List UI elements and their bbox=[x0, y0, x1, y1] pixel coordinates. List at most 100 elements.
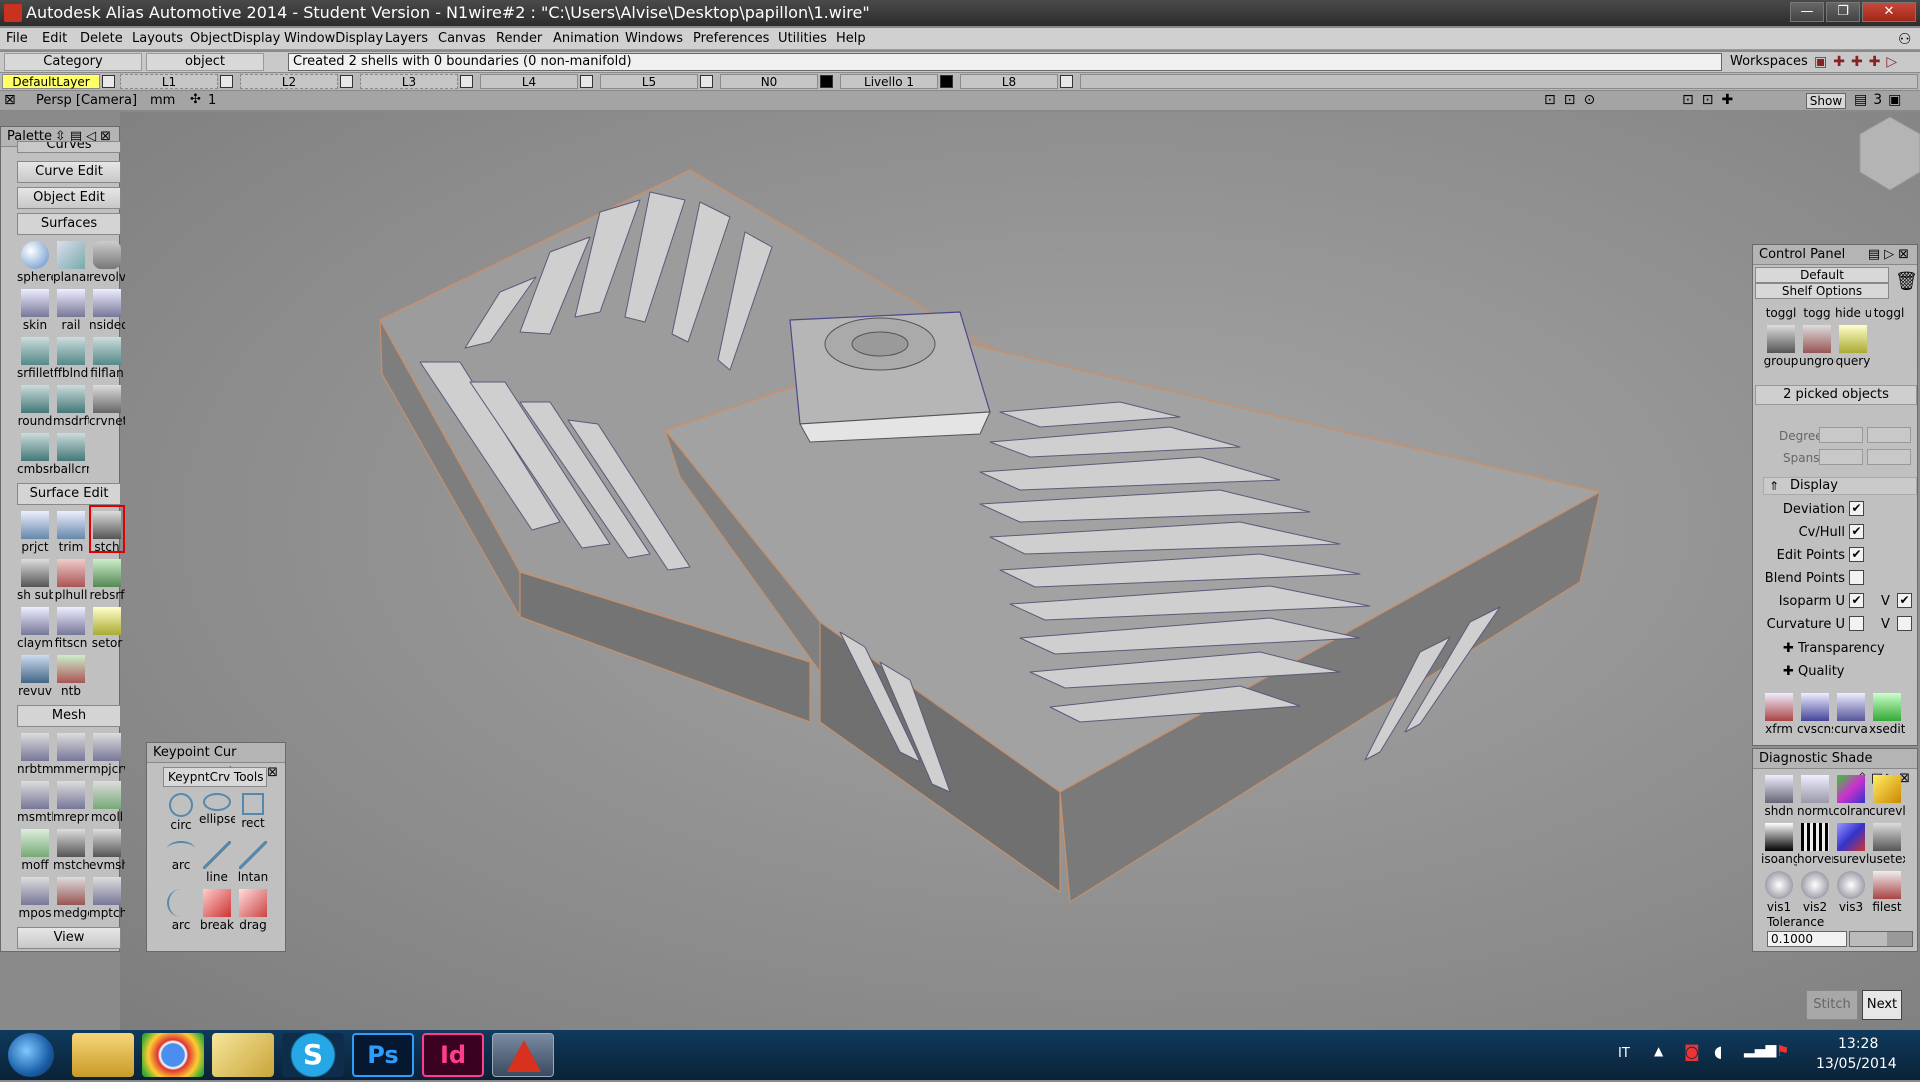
clock-date[interactable]: 13/05/2014 bbox=[1816, 1056, 1897, 1072]
alias-taskbar-icon[interactable] bbox=[492, 1033, 554, 1077]
view-layout-icons[interactable]: ▤3▣ bbox=[1854, 92, 1907, 108]
workspaces-label[interactable]: Workspaces bbox=[1730, 54, 1808, 69]
close-view-icon[interactable]: ⊠ bbox=[4, 92, 16, 108]
tool-nrbtm[interactable]: nrbtm bbox=[17, 729, 53, 777]
transparency-expander[interactable]: ✚ Transparency bbox=[1783, 641, 1885, 656]
tool-vis1[interactable]: vis1 bbox=[1761, 867, 1797, 915]
tray-expand-icon[interactable]: ▲ bbox=[1654, 1044, 1663, 1058]
tool-claymt[interactable]: claymt bbox=[17, 603, 53, 651]
curvature-u-checkbox[interactable] bbox=[1849, 616, 1864, 631]
menu-windows[interactable]: Windows bbox=[625, 31, 683, 46]
menu-windowdisplay[interactable]: WindowDisplay bbox=[284, 31, 383, 46]
tool-ellipse[interactable]: ellipse bbox=[199, 789, 235, 837]
tool-arc-2[interactable]: arc bbox=[163, 885, 199, 933]
layer-visibility-checkbox[interactable] bbox=[580, 75, 593, 88]
collapse-icon[interactable]: ⇑ bbox=[1769, 479, 1779, 493]
degree-field[interactable] bbox=[1819, 427, 1863, 443]
next-button[interactable]: Next bbox=[1862, 990, 1902, 1020]
menu-utilities[interactable]: Utilities bbox=[778, 31, 827, 46]
layer-visibility-checkbox[interactable] bbox=[1060, 75, 1073, 88]
layer-visibility-checkbox[interactable] bbox=[102, 75, 115, 88]
layer-defaultlayer[interactable]: DefaultLayer bbox=[2, 74, 100, 89]
control-preset-dropdown[interactable]: Default bbox=[1755, 267, 1889, 283]
tool-normul[interactable]: normul bbox=[1797, 771, 1833, 819]
layer-n0[interactable]: N0 bbox=[720, 74, 818, 89]
display-section-header[interactable]: Display bbox=[1763, 477, 1917, 495]
tool-mcoll[interactable]: mcoll bbox=[89, 777, 125, 825]
language-indicator[interactable]: IT bbox=[1618, 1046, 1630, 1061]
palette-tab-surfaces[interactable]: Surfaces bbox=[17, 213, 121, 235]
tool-round[interactable]: round bbox=[17, 381, 53, 429]
tool-revuv[interactable]: revuv bbox=[17, 651, 53, 699]
tool-mptch[interactable]: mptch bbox=[89, 873, 125, 921]
layer-visibility-checkbox[interactable] bbox=[820, 75, 833, 88]
shelf-tool-toggle-1[interactable]: toggl bbox=[1763, 297, 1799, 321]
category-dropdown[interactable]: Category bbox=[4, 53, 142, 71]
tool-evmsh[interactable]: evmsh bbox=[89, 825, 125, 873]
tool-usetex[interactable]: usetex bbox=[1869, 819, 1905, 867]
tool-prjct[interactable]: prjct bbox=[17, 507, 53, 555]
palette-tab-curve-edit[interactable]: Curve Edit bbox=[17, 161, 121, 183]
layer-l2[interactable]: L2 bbox=[240, 74, 338, 89]
tool-circ[interactable]: circ bbox=[163, 789, 199, 837]
trash-icon[interactable]: 🗑 bbox=[1895, 271, 1918, 292]
deviation-checkbox[interactable]: ✔ bbox=[1849, 501, 1864, 516]
network-icon[interactable]: ▂▄▆ bbox=[1744, 1042, 1776, 1058]
tool-ntb[interactable]: ntb bbox=[53, 651, 89, 699]
layer-visibility-checkbox[interactable] bbox=[700, 75, 713, 88]
menu-delete[interactable]: Delete bbox=[80, 31, 123, 46]
layer-livello-1[interactable]: Livello 1 bbox=[840, 74, 938, 89]
minimize-button[interactable]: — bbox=[1790, 2, 1824, 22]
tool-curva[interactable]: curva bbox=[1833, 689, 1869, 737]
tool-nsided[interactable]: nsided bbox=[89, 285, 125, 333]
quality-expander[interactable]: ✚ Quality bbox=[1783, 664, 1844, 679]
layer-l5[interactable]: L5 bbox=[600, 74, 698, 89]
tool-vis3[interactable]: vis3 bbox=[1833, 867, 1869, 915]
explorer-icon[interactable] bbox=[72, 1033, 134, 1077]
menu-edit[interactable]: Edit bbox=[42, 31, 67, 46]
isoparm-v-checkbox[interactable]: ✔ bbox=[1897, 593, 1912, 608]
chrome-icon[interactable] bbox=[142, 1033, 204, 1077]
layer-l3[interactable]: L3 bbox=[360, 74, 458, 89]
shelf-tool-toggle-2[interactable]: togg bbox=[1799, 297, 1835, 321]
tool-msdrft[interactable]: msdrft bbox=[53, 381, 89, 429]
workspace-icons[interactable]: ▣✚✚✚▷ bbox=[1814, 54, 1914, 70]
start-button[interactable] bbox=[8, 1033, 54, 1077]
tool-msmth[interactable]: msmth bbox=[17, 777, 53, 825]
tool-fitscn[interactable]: fitscn bbox=[53, 603, 89, 651]
skype-icon[interactable]: S bbox=[282, 1033, 344, 1077]
spans-field[interactable] bbox=[1819, 449, 1863, 465]
layer-visibility-checkbox[interactable] bbox=[460, 75, 473, 88]
tool-vis2[interactable]: vis2 bbox=[1797, 867, 1833, 915]
menu-preferences[interactable]: Preferences bbox=[693, 31, 769, 46]
isoparm-u-checkbox[interactable]: ✔ bbox=[1849, 593, 1864, 608]
tool-planar[interactable]: planar bbox=[53, 237, 89, 285]
layer-visibility-checkbox[interactable] bbox=[220, 75, 233, 88]
layer-l4[interactable]: L4 bbox=[480, 74, 578, 89]
tool-colrancol[interactable]: colrancol bbox=[1833, 771, 1869, 819]
picked-objects-dropdown[interactable]: 2 picked objects bbox=[1755, 385, 1917, 405]
shelf-tool-toggle-3[interactable]: toggl bbox=[1871, 297, 1907, 321]
tool-moff[interactable]: moff bbox=[17, 825, 53, 873]
tool-lntan[interactable]: lntan bbox=[235, 837, 271, 885]
tool-rect[interactable]: rect bbox=[235, 789, 271, 837]
tool-mmerg[interactable]: mmerg bbox=[53, 729, 89, 777]
files-icon[interactable] bbox=[212, 1033, 274, 1077]
menu-layouts[interactable]: Layouts bbox=[132, 31, 183, 46]
menu-objectdisplay[interactable]: ObjectDisplay bbox=[190, 31, 280, 46]
tool-drag[interactable]: drag bbox=[235, 885, 271, 933]
tool-ballcrn[interactable]: ballcrn bbox=[53, 429, 89, 477]
menu-file[interactable]: File bbox=[6, 31, 28, 46]
shelf-tool-group[interactable]: group bbox=[1763, 321, 1799, 369]
layer-visibility-checkbox[interactable] bbox=[940, 75, 953, 88]
tool-horver[interactable]: horver bbox=[1797, 819, 1833, 867]
tool-xfrm[interactable]: xfrm bbox=[1761, 689, 1797, 737]
palette-tab-curves[interactable]: Curves bbox=[17, 141, 121, 153]
shelf-tool-query[interactable]: query bbox=[1835, 321, 1871, 369]
tool-filest[interactable]: filest bbox=[1869, 867, 1905, 915]
keypoint-tab[interactable]: KeypntCrv Tools bbox=[163, 767, 267, 787]
tool-sphere[interactable]: sphere bbox=[17, 237, 53, 285]
tool-filflan[interactable]: filflan bbox=[89, 333, 125, 381]
tool-break[interactable]: break bbox=[199, 885, 235, 933]
tool-surevl[interactable]: surevl bbox=[1833, 819, 1869, 867]
